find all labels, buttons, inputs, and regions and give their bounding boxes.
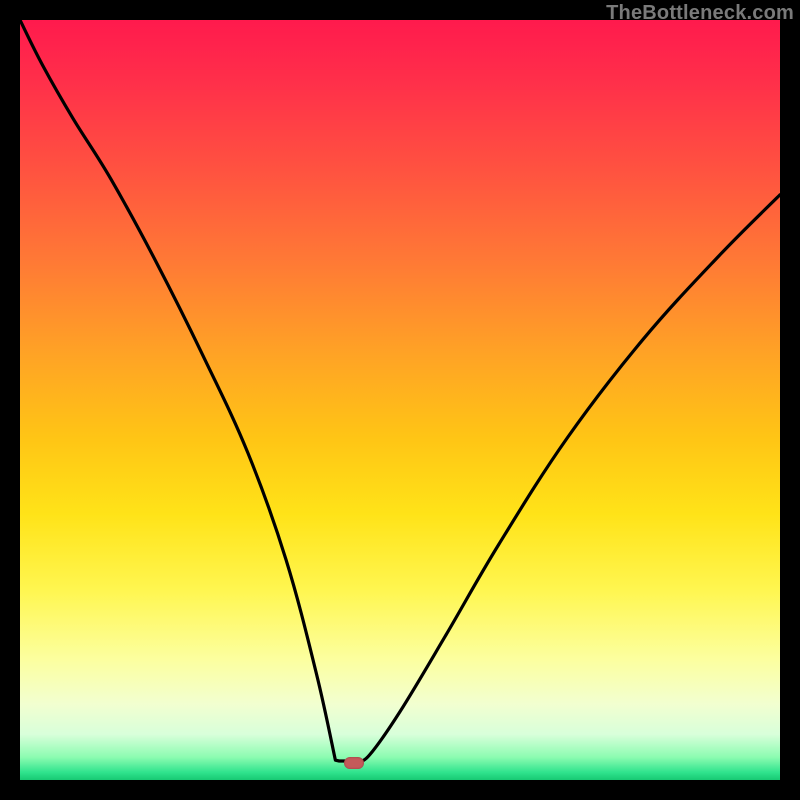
- chart-frame: TheBottleneck.com: [0, 0, 800, 800]
- bottleneck-curve: [20, 20, 780, 761]
- optimal-marker: [344, 757, 364, 769]
- plot-area: [20, 20, 780, 780]
- curve-svg: [20, 20, 780, 780]
